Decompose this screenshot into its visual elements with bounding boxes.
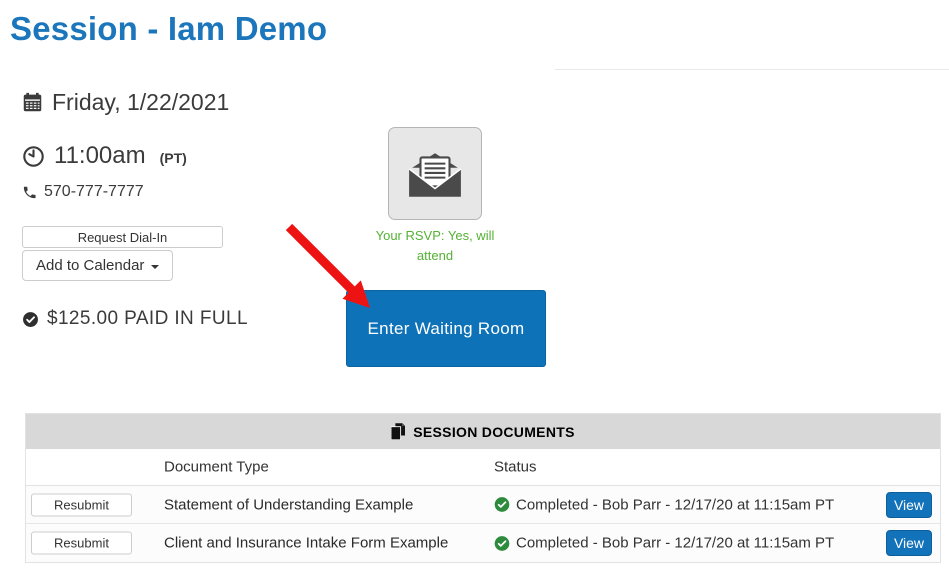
check-circle-green-icon bbox=[494, 535, 510, 551]
session-time-row: 11:00am (PT) bbox=[22, 142, 187, 170]
payment-status: $125.00 PAID IN FULL bbox=[47, 308, 248, 329]
table-column-headers: Document Type Status bbox=[26, 449, 940, 486]
view-button[interactable]: View bbox=[886, 530, 932, 556]
table-row: Resubmit Client and Insurance Intake For… bbox=[26, 524, 940, 562]
session-date: Friday, 1/22/2021 bbox=[52, 89, 230, 115]
divider bbox=[555, 69, 949, 70]
add-to-calendar-button[interactable]: Add to Calendar bbox=[22, 250, 174, 281]
add-to-calendar-label: Add to Calendar bbox=[36, 257, 145, 274]
session-phone: 570-777-7777 bbox=[44, 183, 144, 200]
table-row: Resubmit Statement of Understanding Exam… bbox=[26, 486, 940, 524]
clock-icon bbox=[22, 145, 45, 168]
page-title: Session - Iam Demo bbox=[10, 10, 328, 47]
status-cell: Completed - Bob Parr - 12/17/20 at 11:15… bbox=[494, 496, 834, 513]
session-phone-row: 570-777-7777 bbox=[22, 183, 144, 201]
calendar-icon bbox=[22, 92, 43, 113]
check-circle-green-icon bbox=[494, 497, 510, 513]
chevron-down-icon bbox=[151, 264, 160, 269]
status-cell: Completed - Bob Parr - 12/17/20 at 11:15… bbox=[494, 535, 834, 552]
session-documents-header: SESSION DOCUMENTS bbox=[26, 414, 940, 449]
envelope-open-icon bbox=[406, 150, 464, 198]
phone-icon bbox=[22, 185, 37, 200]
session-timezone: (PT) bbox=[159, 150, 187, 166]
session-page: Session - Iam Demo Friday, 1/22/2021 11:… bbox=[0, 0, 949, 576]
document-type-cell: Client and Insurance Intake Form Example bbox=[164, 534, 449, 552]
check-circle-icon bbox=[22, 311, 39, 328]
column-header-document-type: Document Type bbox=[164, 458, 269, 476]
document-type-cell: Statement of Understanding Example bbox=[164, 496, 414, 513]
rsvp-status-text: Your RSVP: Yes, will attend bbox=[375, 228, 495, 263]
column-header-status: Status bbox=[494, 458, 537, 476]
session-documents-title: SESSION DOCUMENTS bbox=[413, 423, 575, 440]
payment-status-row: $125.00 PAID IN FULL bbox=[22, 308, 248, 330]
view-button[interactable]: View bbox=[886, 491, 932, 518]
request-dial-in-button[interactable]: Request Dial-In bbox=[22, 226, 223, 248]
status-text: Completed - Bob Parr - 12/17/20 at 11:15… bbox=[516, 534, 835, 552]
session-time: 11:00am bbox=[54, 142, 146, 169]
resubmit-button[interactable]: Resubmit bbox=[31, 493, 132, 516]
session-documents-table: SESSION DOCUMENTS Document Type Status R… bbox=[25, 413, 941, 563]
documents-icon bbox=[391, 423, 406, 440]
rsvp-button[interactable] bbox=[388, 127, 482, 220]
session-date-row: Friday, 1/22/2021 bbox=[22, 89, 229, 116]
resubmit-button[interactable]: Resubmit bbox=[31, 531, 132, 555]
status-text: Completed - Bob Parr - 12/17/20 at 11:15… bbox=[516, 496, 835, 513]
enter-waiting-room-button[interactable]: Enter Waiting Room bbox=[346, 290, 546, 367]
